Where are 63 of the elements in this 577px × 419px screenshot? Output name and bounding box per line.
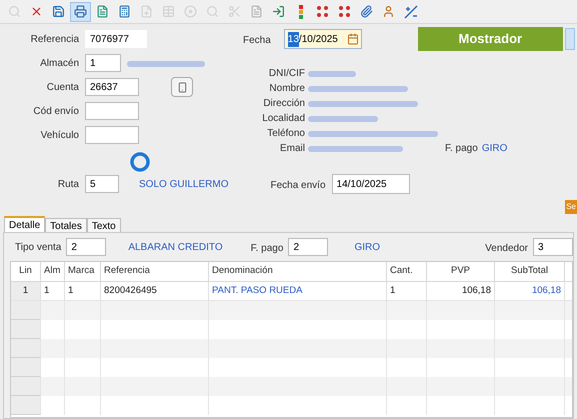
column-header[interactable]: Alm bbox=[41, 262, 65, 281]
date-field[interactable]: 13/10/2025 bbox=[284, 29, 362, 49]
column-header[interactable]: SubTotal bbox=[495, 262, 565, 281]
field-label: Fecha bbox=[243, 35, 271, 46]
field-label: Almacén bbox=[40, 56, 79, 70]
row-header-cell bbox=[11, 358, 41, 377]
field-label: F. pago bbox=[250, 243, 284, 254]
input-field[interactable] bbox=[85, 126, 139, 144]
field-label: Nombre bbox=[269, 82, 305, 96]
input-field[interactable]: 5 bbox=[85, 175, 119, 193]
field-label: Email bbox=[280, 142, 305, 156]
tab[interactable]: Detalle bbox=[4, 216, 46, 232]
input-field[interactable]: 2 bbox=[288, 238, 328, 256]
table-cell: 8200426495 bbox=[101, 282, 209, 300]
field-label: Localidad bbox=[262, 112, 305, 126]
column-header[interactable]: Denominación bbox=[209, 262, 387, 281]
sale-type-name: ALBARAN CREDITO bbox=[128, 240, 223, 254]
column-header[interactable]: Referencia bbox=[101, 262, 209, 281]
table-cell: PANT. PASO RUEDA bbox=[209, 282, 387, 300]
field-label: Dirección bbox=[263, 97, 305, 111]
device-icon bbox=[176, 82, 188, 92]
field-label: Tipo venta bbox=[15, 240, 62, 254]
field-label: Teléfono bbox=[267, 127, 305, 141]
field-label: F. pago bbox=[445, 142, 478, 156]
print-icon[interactable] bbox=[70, 2, 91, 22]
column-header[interactable]: Marca bbox=[65, 262, 101, 281]
redacted-text bbox=[308, 116, 378, 122]
reference-field[interactable]: 7076977 bbox=[85, 30, 147, 48]
calendar-icon[interactable] bbox=[346, 33, 359, 45]
field-label: Fecha envío bbox=[270, 180, 326, 191]
row-header-cell bbox=[11, 320, 41, 339]
table-cell: 1 bbox=[41, 282, 65, 300]
table-cell: 1 bbox=[11, 282, 41, 300]
counter-banner: Mostrador bbox=[418, 27, 563, 51]
table-cell: 1 bbox=[65, 282, 101, 300]
input-field[interactable]: 2 bbox=[66, 238, 106, 256]
payment-name: GIRO bbox=[354, 240, 380, 254]
column-header[interactable]: Lin bbox=[11, 262, 41, 281]
tab[interactable]: Totales bbox=[45, 218, 87, 232]
table-cell: 1 bbox=[387, 282, 427, 300]
input-field[interactable] bbox=[85, 102, 139, 120]
field-label: Referencia bbox=[30, 32, 79, 46]
field-label: Cuenta bbox=[46, 80, 79, 94]
field-label: DNI/CIF bbox=[268, 67, 305, 81]
tab[interactable]: Texto bbox=[86, 218, 121, 232]
loading-spinner-icon bbox=[129, 151, 151, 173]
column-header[interactable]: PVP bbox=[427, 262, 495, 281]
route-name: SOLO GUILLERMO bbox=[139, 178, 228, 192]
table-cell: 106,18 bbox=[495, 282, 565, 300]
redacted-text bbox=[308, 70, 356, 76]
input-field[interactable]: 1 bbox=[85, 54, 121, 72]
column-header[interactable]: Cant. bbox=[387, 262, 427, 281]
field-label: Ruta bbox=[58, 178, 79, 192]
input-field[interactable]: 14/10/2025 bbox=[332, 174, 410, 194]
field-label: Vehículo bbox=[40, 128, 79, 142]
row-header-cell bbox=[11, 396, 41, 415]
field-label: Vendedor bbox=[485, 243, 528, 254]
account-lookup-button[interactable] bbox=[171, 77, 193, 97]
table-cell: 106,18 bbox=[427, 282, 495, 300]
payment-name: GIRO bbox=[482, 142, 508, 156]
input-field[interactable]: 3 bbox=[533, 238, 573, 256]
field-label: Cód envío bbox=[33, 104, 79, 118]
input-field[interactable]: 26637 bbox=[85, 78, 139, 96]
